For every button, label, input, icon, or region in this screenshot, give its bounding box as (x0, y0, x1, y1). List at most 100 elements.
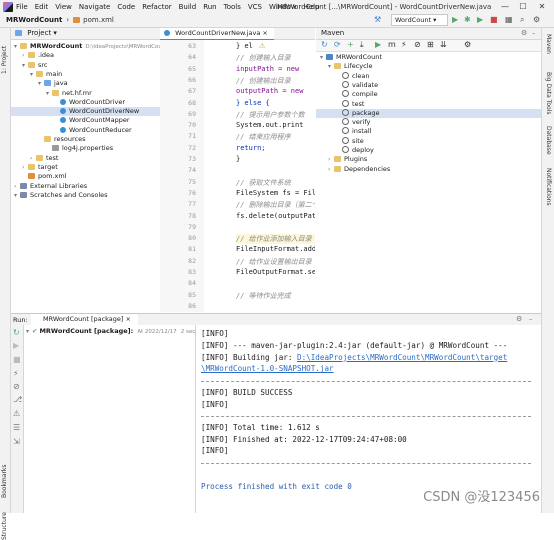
project-tool-tab[interactable]: 1: Project (1, 46, 8, 74)
run-build-tree: ▾ ✔ MRWordCount [package]: At 2022/12/17 2… (24, 325, 219, 513)
code-editor[interactable]: ⚠ } el // 创建输入目录 inputPath = new // 创建输出… (204, 40, 315, 312)
run-settings-icon[interactable]: ⚙ (516, 315, 522, 323)
tree-item-label: resources (54, 135, 86, 143)
menu-item-vcs[interactable]: VCS (248, 3, 262, 11)
project-tree-item[interactable]: › target (11, 163, 160, 172)
run-icon[interactable]: ▶ (452, 15, 458, 25)
maven-tree-item[interactable]: verify (316, 118, 541, 127)
project-tree-item[interactable]: ▾ Scratches and Consoles (11, 191, 160, 200)
coverage-icon[interactable]: ▶ (477, 15, 483, 25)
menu-item-file[interactable]: File (16, 3, 28, 11)
show-dependencies-icon[interactable]: ⊞ (427, 40, 434, 49)
debug-run-icon[interactable]: ▶ (13, 341, 19, 350)
project-tree-item[interactable]: resources (11, 135, 160, 144)
menu-item-build[interactable]: Build (179, 3, 197, 11)
toggle-offline-icon[interactable]: ⚡ (401, 40, 407, 49)
maven-tree-item[interactable]: test (316, 99, 541, 109)
maven-settings-icon[interactable]: ⚙ (521, 28, 527, 39)
pin-tab-icon[interactable]: ⇲ (13, 437, 20, 446)
line-number: 79 (188, 222, 196, 231)
maven-tree-item[interactable]: clean (316, 71, 541, 81)
collapse-all-icon[interactable]: ⇊ (440, 40, 447, 49)
maven-tree-item[interactable]: compile (316, 90, 541, 99)
menu-item-view[interactable]: View (55, 3, 72, 11)
toggle-tree-icon[interactable]: ⎇ (13, 395, 22, 404)
database-tool-tab[interactable]: Database (545, 126, 552, 155)
stop-run-icon[interactable]: ■ (13, 355, 21, 364)
maven-tree-item[interactable]: ▾ MRWordCount (316, 53, 541, 62)
warning-icon[interactable]: ⚠ (259, 42, 265, 50)
maven-settings-wrench-icon[interactable]: ⚙ (464, 40, 471, 49)
code-line: return; (236, 143, 266, 152)
add-maven-project-icon[interactable]: + (347, 40, 354, 49)
maven-tree-item[interactable]: validate (316, 80, 541, 90)
close-icon[interactable]: ✕ (534, 0, 550, 13)
menu-item-navigate[interactable]: Navigate (79, 3, 110, 11)
project-tree-item[interactable]: pom.xml (11, 172, 160, 181)
project-tree-item[interactable]: ▾ main (11, 70, 160, 79)
run-maven-build-icon[interactable]: ▶ (375, 40, 381, 49)
project-tree-item[interactable]: WordCountDriver (11, 98, 160, 107)
notifications-tool-tab[interactable]: Notifications (545, 168, 552, 206)
maven-tree-item[interactable]: package (316, 108, 541, 118)
settings-icon[interactable]: ⚙ (533, 15, 540, 25)
run-tree-item[interactable]: ▾ ✔ MRWordCount [package]: At 2022/12/17 2… (26, 327, 219, 336)
maven-tree-item[interactable]: › Dependencies (316, 165, 541, 174)
project-structure-icon[interactable]: ▦ (505, 15, 513, 25)
project-tree-item[interactable]: WordCountMapper (11, 116, 160, 125)
project-tree-item[interactable]: log4j.properties (11, 144, 160, 153)
big-data-tools-tab[interactable]: Big Data Tools (545, 72, 552, 115)
run-configuration-select[interactable]: WordCount ▾ (391, 14, 448, 26)
breadcrumb-file[interactable]: pom.xml (83, 16, 114, 24)
structure-tool-tab[interactable]: Structure (1, 512, 8, 540)
project-tree-item[interactable]: WordCountReducer (11, 126, 160, 135)
menu-item-code[interactable]: Code (117, 3, 135, 11)
run-hide-icon[interactable]: – (529, 315, 533, 323)
maven-tree-item[interactable]: › Plugins (316, 155, 541, 164)
maven-tree-item[interactable]: install (316, 127, 541, 136)
maven-tree: ▾ MRWordCount ▾ Lifecycle clean validate compi… (316, 52, 541, 312)
console-jar-link[interactable]: \MRWordCount-1.0-SNAPSHOT.jar (201, 364, 334, 373)
debug-icon[interactable]: ✱ (464, 15, 471, 25)
menu-item-run[interactable]: Run (203, 3, 216, 11)
project-tree-item[interactable]: › External Libraries (11, 182, 160, 191)
stop-icon[interactable]: ■ (490, 15, 498, 25)
project-tree-item[interactable]: ▾ src (11, 61, 160, 70)
execute-goal-icon[interactable]: m (388, 40, 396, 49)
skip-tests-run-icon[interactable]: ⊘ (13, 382, 20, 391)
reload-icon[interactable]: ↻ (321, 40, 328, 49)
bookmarks-tool-tab[interactable]: Bookmarks (1, 464, 8, 498)
menu-item-refactor[interactable]: Refactor (142, 3, 171, 11)
project-tree-item[interactable]: ▾ MRWordCount D:\IdeaProjects\MRWordCount (11, 42, 160, 51)
skip-tests-icon[interactable]: ⊘ (414, 40, 421, 49)
console-text: Process finished with exit code 0 (201, 481, 352, 491)
maximize-icon[interactable]: ☐ (515, 0, 531, 13)
show-warnings-icon[interactable]: ⚠ (13, 409, 20, 418)
rerun-icon[interactable]: ↻ (13, 328, 20, 337)
build-hammer-icon[interactable]: ⚒ (374, 15, 381, 25)
maven-hide-icon[interactable]: – (532, 28, 536, 39)
download-sources-icon[interactable]: ⤓ (360, 40, 364, 50)
maven-tree-item[interactable]: ▾ Lifecycle (316, 62, 541, 71)
project-tree-item[interactable]: ▾ java (11, 79, 160, 88)
toggle-offline-run-icon[interactable]: ⚡ (13, 369, 19, 378)
folder-icon (334, 165, 341, 172)
maven-tree-item[interactable]: deploy (316, 146, 541, 155)
reimport-icon[interactable]: ⟳ (334, 40, 341, 49)
project-panel-title[interactable]: Project ▾ (27, 29, 57, 37)
project-tree-item[interactable]: › .idea (11, 51, 160, 60)
breadcrumb-project[interactable]: MRWordCount (6, 16, 62, 24)
maven-tool-tab[interactable]: Maven (545, 34, 552, 54)
project-tree-item[interactable]: › test (11, 154, 160, 163)
search-everywhere-icon[interactable]: ⌕ (520, 15, 524, 25)
project-tree-item[interactable]: ▾ net.hf.mr (11, 89, 160, 98)
folder-icon (20, 43, 27, 49)
console-jar-link[interactable]: D:\IdeaProjects\MRWordCount\MRWordCount\… (297, 353, 507, 362)
console-output[interactable]: [INFO] [INFO] --- maven-jar-plugin:2.4:ja… (196, 325, 541, 513)
menu-item-edit[interactable]: Edit (35, 3, 49, 11)
project-tree-item[interactable]: WordCountDriverNew (11, 107, 160, 117)
maven-tree-item[interactable]: site (316, 136, 541, 146)
restore-layout-icon[interactable]: ☰ (13, 423, 20, 432)
minimize-icon[interactable]: — (497, 0, 513, 13)
menu-item-tools[interactable]: Tools (224, 3, 241, 11)
